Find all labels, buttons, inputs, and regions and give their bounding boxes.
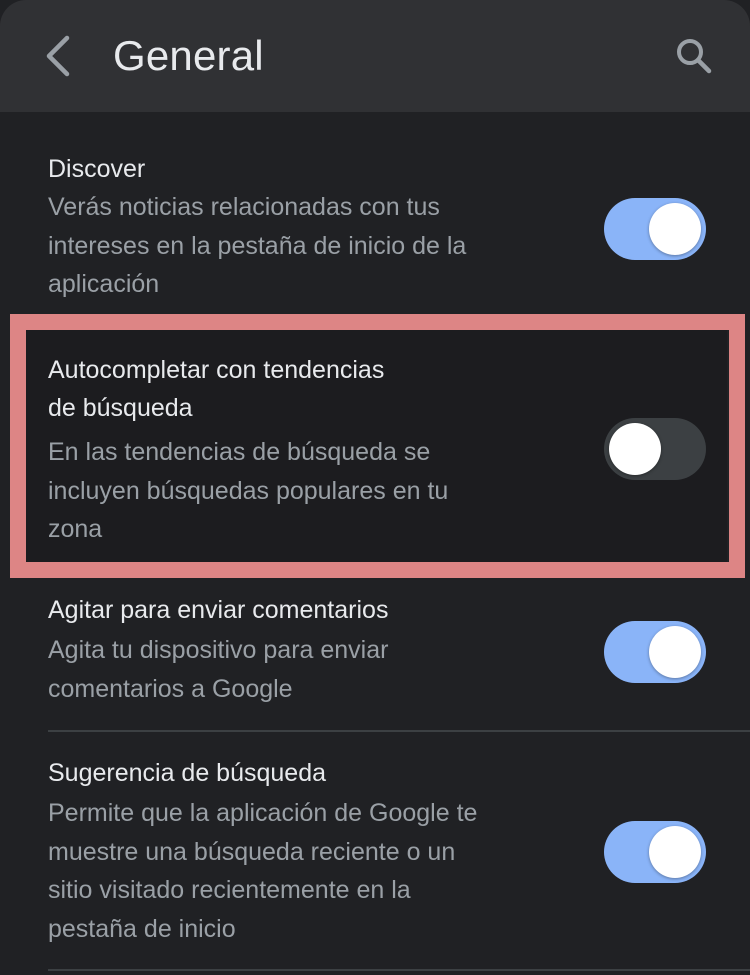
- search-suggestion-toggle[interactable]: [604, 821, 706, 883]
- setting-description-line: Permite que la aplicación de Google te: [48, 799, 478, 827]
- settings-screen: General Discover Verás noticias relacion…: [0, 0, 750, 975]
- toggle-knob: [609, 423, 661, 475]
- divider: [48, 969, 750, 971]
- setting-description: Permite que la aplicación de Google te m…: [48, 794, 568, 948]
- setting-title: Sugerencia de búsqueda: [48, 759, 327, 787]
- setting-description-line: pestaña de inicio: [48, 914, 236, 943]
- chevron-left-icon: [46, 35, 70, 77]
- setting-description-line: Agita tu dispositivo para enviar: [48, 636, 389, 664]
- setting-title-line: Autocompletar con tendencias: [48, 356, 385, 384]
- search-button[interactable]: [668, 32, 720, 80]
- setting-description-line: zona: [48, 515, 103, 543]
- setting-description-line: Verás noticias relacionadas con tus: [48, 193, 440, 221]
- setting-description-line: En las tendencias de búsqueda se: [48, 438, 431, 466]
- setting-title: Agitar para enviar comentarios: [48, 596, 389, 624]
- setting-description-line: comentarios a Google: [48, 674, 293, 703]
- search-icon: [677, 39, 712, 74]
- toggle-knob: [649, 626, 701, 678]
- setting-description: Verás noticias relacionadas con tus inte…: [48, 188, 568, 304]
- discover-toggle[interactable]: [604, 198, 706, 260]
- page-title: General: [113, 32, 264, 79]
- back-button[interactable]: [36, 30, 80, 82]
- setting-description: Agita tu dispositivo para enviar comenta…: [48, 631, 568, 708]
- toggle-knob: [649, 826, 701, 878]
- toggle-knob: [649, 203, 701, 255]
- setting-description-line: incluyen búsquedas populares en tu: [48, 476, 449, 505]
- setting-shake-feedback[interactable]: Agitar para enviar comentarios Agita tu …: [0, 578, 750, 730]
- shake-feedback-toggle[interactable]: [604, 621, 706, 683]
- setting-description: En las tendencias de búsqueda se incluye…: [48, 433, 568, 549]
- setting-title-line: de búsqueda: [48, 394, 193, 422]
- setting-title: Autocompletar con tendencias de búsqueda: [48, 351, 568, 427]
- setting-description-line: sitio visitado recientemente en la: [48, 876, 411, 904]
- setting-description-line: aplicación: [48, 270, 160, 298]
- app-bar: General: [0, 0, 750, 112]
- setting-description-line: intereses en la pestaña de inicio de la: [48, 231, 467, 260]
- setting-discover[interactable]: Discover Verás noticias relacionadas con…: [0, 112, 750, 314]
- setting-autocomplete-trends[interactable]: Autocompletar con tendencias de búsqueda…: [0, 330, 750, 562]
- setting-title: Discover: [48, 155, 146, 183]
- setting-search-suggestion[interactable]: Sugerencia de búsqueda Permite que la ap…: [0, 732, 750, 969]
- setting-description-line: muestre una búsqueda reciente o un: [48, 837, 456, 866]
- autocomplete-trends-toggle[interactable]: [604, 418, 706, 480]
